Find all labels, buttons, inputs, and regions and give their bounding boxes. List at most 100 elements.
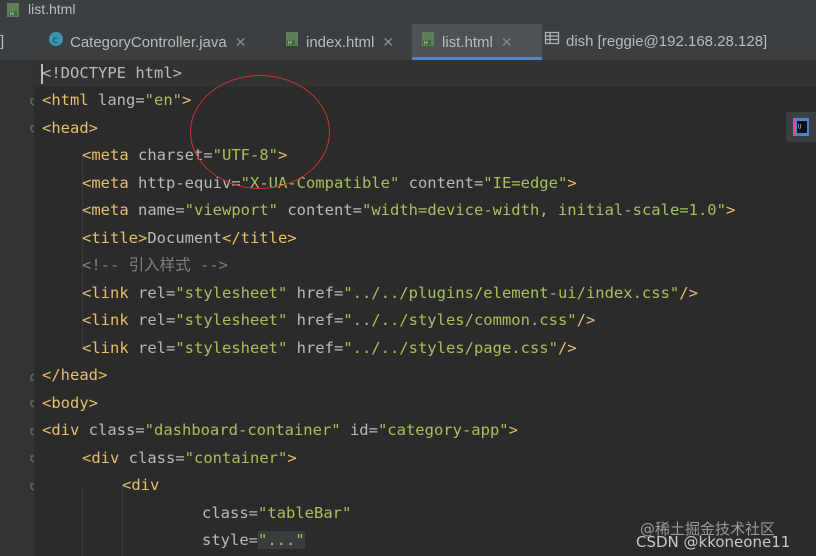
- tag-token: >: [567, 174, 577, 192]
- tag-token: <meta: [82, 174, 138, 192]
- string-token: "IE=edge": [483, 174, 568, 192]
- tab-truncated[interactable]: ]: [0, 24, 40, 60]
- tag-token: />: [679, 284, 698, 302]
- indent-guide: [82, 486, 83, 556]
- jetbrains-plugin-icon[interactable]: IJ: [786, 112, 816, 142]
- close-icon[interactable]: ✕: [382, 34, 394, 50]
- html-file-icon: H: [6, 2, 22, 21]
- string-token: "stylesheet": [175, 311, 288, 329]
- attr-token: rel=: [138, 311, 176, 329]
- html-file-icon: H: [284, 25, 300, 61]
- tab-label: CategoryController.java: [70, 34, 227, 51]
- code-line: <link rel="stylesheet" href="../../style…: [82, 307, 595, 334]
- tag-token: >: [287, 449, 297, 467]
- tag-token: <div: [82, 449, 129, 467]
- code-line: <!DOCTYPE html>: [42, 60, 182, 87]
- code-line: <div class="dashboard-container" id="cat…: [42, 417, 518, 444]
- editor-tab-bar: ] c CategoryController.java ✕ H index.htm…: [0, 24, 816, 61]
- tab-dish-table[interactable]: dish [reggie@192.168.28.128]: [540, 24, 816, 60]
- tab-label: list.html: [442, 34, 493, 51]
- tag-token: >: [277, 146, 288, 164]
- tag-token: <title>: [82, 229, 148, 247]
- code-line: <meta http-equiv="X-UA-Compatible" conte…: [82, 170, 577, 197]
- code-line: <html lang="en">: [42, 87, 191, 114]
- code-line: <title>Document</title>: [82, 225, 297, 252]
- svg-text:IJ: IJ: [798, 124, 801, 130]
- code-line: <head>: [42, 115, 98, 142]
- svg-text:H: H: [288, 41, 292, 47]
- window-title: list.html: [28, 1, 76, 17]
- tag-token: <head>: [42, 119, 98, 137]
- string-token: "container": [184, 449, 288, 467]
- java-class-icon: c: [48, 25, 64, 61]
- tab-label: ]: [0, 33, 5, 50]
- tab-label: index.html: [306, 34, 375, 51]
- string-token: "X-UA-Compatible": [240, 174, 400, 192]
- code-line: <!-- 引入样式 -->: [82, 252, 228, 279]
- attr-token: rel=: [138, 284, 176, 302]
- tag-token: >: [508, 421, 518, 439]
- text-cursor: [41, 64, 43, 84]
- code-line: </head>: [42, 362, 107, 389]
- tag-token: <meta: [82, 146, 138, 164]
- tag-token: <html: [42, 91, 98, 109]
- tag-token: </head>: [42, 366, 108, 384]
- code-line: <div class="container">: [82, 445, 297, 472]
- code-line: class="tableBar": [202, 500, 351, 527]
- string-token: "stylesheet": [175, 339, 288, 357]
- attr-token: class=: [202, 504, 258, 522]
- attr-token: href=: [287, 284, 344, 302]
- string-token: "viewport": [184, 201, 278, 219]
- code-line: <meta name="viewport" content="width=dev…: [82, 197, 735, 224]
- attr-token: lang=: [98, 91, 145, 109]
- string-token: "dashboard-container": [144, 421, 341, 439]
- tab-index-html[interactable]: H index.html ✕: [280, 24, 416, 60]
- text-token: Document: [147, 229, 222, 247]
- code-line: <body>: [42, 390, 98, 417]
- attr-token: http-equiv=: [138, 174, 241, 192]
- attr-token: class=: [128, 449, 185, 467]
- tag-token: />: [576, 311, 596, 329]
- code-line: <link rel="stylesheet" href="../../style…: [82, 335, 577, 362]
- tag-token: >: [182, 91, 192, 109]
- tag-token: />: [557, 339, 577, 357]
- attr-token: charset=: [138, 146, 213, 164]
- table-icon: [544, 24, 560, 60]
- string-token: "../../plugins/element-ui/index.css": [343, 284, 680, 302]
- close-icon[interactable]: ✕: [501, 34, 513, 50]
- doctype-text: <!DOCTYPE html>: [42, 64, 182, 82]
- code-line: <div: [122, 472, 159, 499]
- svg-text:H: H: [10, 12, 14, 18]
- attr-token: rel=: [138, 339, 176, 357]
- comment-token: <!-- 引入样式 -->: [82, 256, 228, 274]
- tab-category-controller[interactable]: c CategoryController.java ✕: [40, 24, 280, 60]
- string-token: "...": [258, 531, 305, 549]
- tag-token: <link: [82, 339, 138, 357]
- attr-token: class=: [88, 421, 145, 439]
- string-token: "category-app": [377, 421, 509, 439]
- string-token: "../../styles/common.css": [343, 311, 577, 329]
- string-token: "stylesheet": [175, 284, 288, 302]
- close-icon[interactable]: ✕: [235, 34, 247, 50]
- svg-text:H: H: [424, 41, 428, 47]
- html-file-icon: H: [420, 25, 436, 61]
- attr-token: content=: [399, 174, 484, 192]
- window-titlebar: H list.html: [0, 0, 816, 24]
- tab-label: dish [reggie@192.168.28.128]: [566, 33, 768, 50]
- string-token: "../../styles/page.css": [343, 339, 558, 357]
- tag-token: <div: [42, 421, 89, 439]
- tag-token: </title>: [221, 229, 297, 247]
- code-line: <link rel="stylesheet" href="../../plugi…: [82, 280, 698, 307]
- tag-token: <meta: [82, 201, 138, 219]
- attr-token: name=: [138, 201, 185, 219]
- tag-token: >: [725, 201, 736, 219]
- code-editor[interactable]: <!DOCTYPE html> <html lang="en"> <head> …: [34, 60, 816, 556]
- tag-token: <link: [82, 284, 138, 302]
- string-token: "en": [144, 91, 182, 109]
- string-token: "tableBar": [258, 504, 352, 522]
- tag-token: <body>: [42, 394, 98, 412]
- tab-list-html[interactable]: H list.html ✕: [412, 24, 542, 60]
- attr-token: href=: [287, 339, 344, 357]
- watermark-csdn: CSDN @kkoneone11: [636, 533, 791, 551]
- string-token: "width=device-width, initial-scale=1.0": [362, 201, 726, 219]
